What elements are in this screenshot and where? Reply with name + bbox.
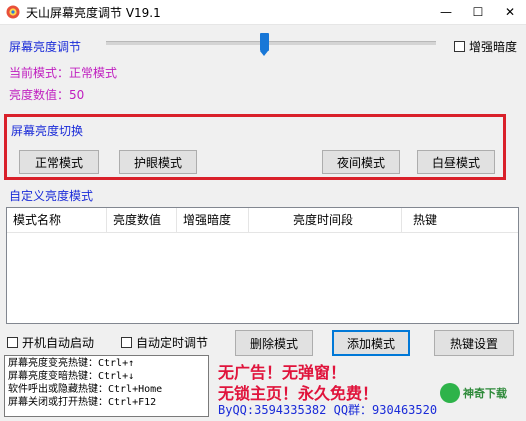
hotkey-info-screen-off: 屏幕关闭或打开热键：Ctrl+F12 <box>8 397 157 408</box>
window-title: 天山屏幕亮度调节 V19.1 <box>26 6 161 20</box>
auto-timer-label: 自动定时调节 <box>136 336 209 350</box>
custom-mode-table[interactable]: 模式名称 亮度数值 增强暗度 亮度时间段 热键 <box>6 207 519 324</box>
column-header-time-range[interactable]: 亮度时间段 <box>249 208 402 232</box>
delete-mode-button[interactable]: 删除模式 <box>235 330 313 356</box>
maximize-button[interactable]: ☐ <box>462 0 494 24</box>
app-icon <box>6 5 20 19</box>
hotkey-info-brighten: 屏幕亮度变亮热键：Ctrl+↑ <box>8 358 135 369</box>
hotkey-info-box: 屏幕亮度变亮热键：Ctrl+↑ 屏幕亮度变暗热键：Ctrl+↓ 软件呼出或隐藏热… <box>4 355 209 417</box>
enhance-dark-checkbox-box[interactable] <box>454 41 465 52</box>
switch-section-title: 屏幕亮度切换 <box>11 124 84 138</box>
title-bar: 天山屏幕亮度调节 V19.1 — ☐ ✕ <box>0 0 526 25</box>
minimize-button[interactable]: — <box>430 0 462 24</box>
slider-track[interactable] <box>106 41 436 45</box>
current-mode-text: 当前模式：正常模式 <box>9 66 118 80</box>
hotkey-settings-button[interactable]: 热键设置 <box>434 330 514 356</box>
enhance-dark-checkbox[interactable]: 增强暗度 <box>454 38 517 55</box>
column-header-hotkey[interactable]: 热键 <box>402 208 518 232</box>
custom-section-title: 自定义亮度模式 <box>9 189 94 203</box>
autostart-label: 开机自动启动 <box>22 336 95 350</box>
brightness-value-text: 亮度数值：50 <box>9 88 85 102</box>
auto-timer-checkbox[interactable]: 自动定时调节 <box>121 334 208 351</box>
close-button[interactable]: ✕ <box>494 0 526 24</box>
night-mode-button[interactable]: 夜间模式 <box>322 150 400 174</box>
column-header-enhance[interactable]: 增强暗度 <box>177 208 249 232</box>
eye-care-mode-button[interactable]: 护眼模式 <box>119 150 197 174</box>
watermark-logo-icon <box>440 383 460 403</box>
daylight-mode-button[interactable]: 白昼模式 <box>417 150 495 174</box>
watermark: 神奇下载 <box>440 383 507 403</box>
contact-info: ByQQ:3594335382 QQ群：930463520 <box>218 403 438 417</box>
autostart-checkbox[interactable]: 开机自动启动 <box>7 334 94 351</box>
slider-thumb[interactable] <box>259 33 269 56</box>
column-header-brightness[interactable]: 亮度数值 <box>107 208 177 232</box>
autostart-checkbox-box[interactable] <box>7 337 18 348</box>
hotkey-info-toggle-window: 软件呼出或隐藏热键：Ctrl+Home <box>8 384 163 395</box>
table-header: 模式名称 亮度数值 增强暗度 亮度时间段 热键 <box>7 208 518 233</box>
auto-timer-checkbox-box[interactable] <box>121 337 132 348</box>
normal-mode-button[interactable]: 正常模式 <box>19 150 99 174</box>
hotkey-info-darken: 屏幕亮度变暗热键：Ctrl+↓ <box>8 371 135 382</box>
brightness-label: 屏幕亮度调节 <box>9 40 82 54</box>
enhance-dark-label: 增强暗度 <box>469 40 518 54</box>
add-mode-button[interactable]: 添加模式 <box>332 330 410 356</box>
column-header-mode-name[interactable]: 模式名称 <box>7 208 107 232</box>
watermark-text: 神奇下载 <box>463 387 507 400</box>
